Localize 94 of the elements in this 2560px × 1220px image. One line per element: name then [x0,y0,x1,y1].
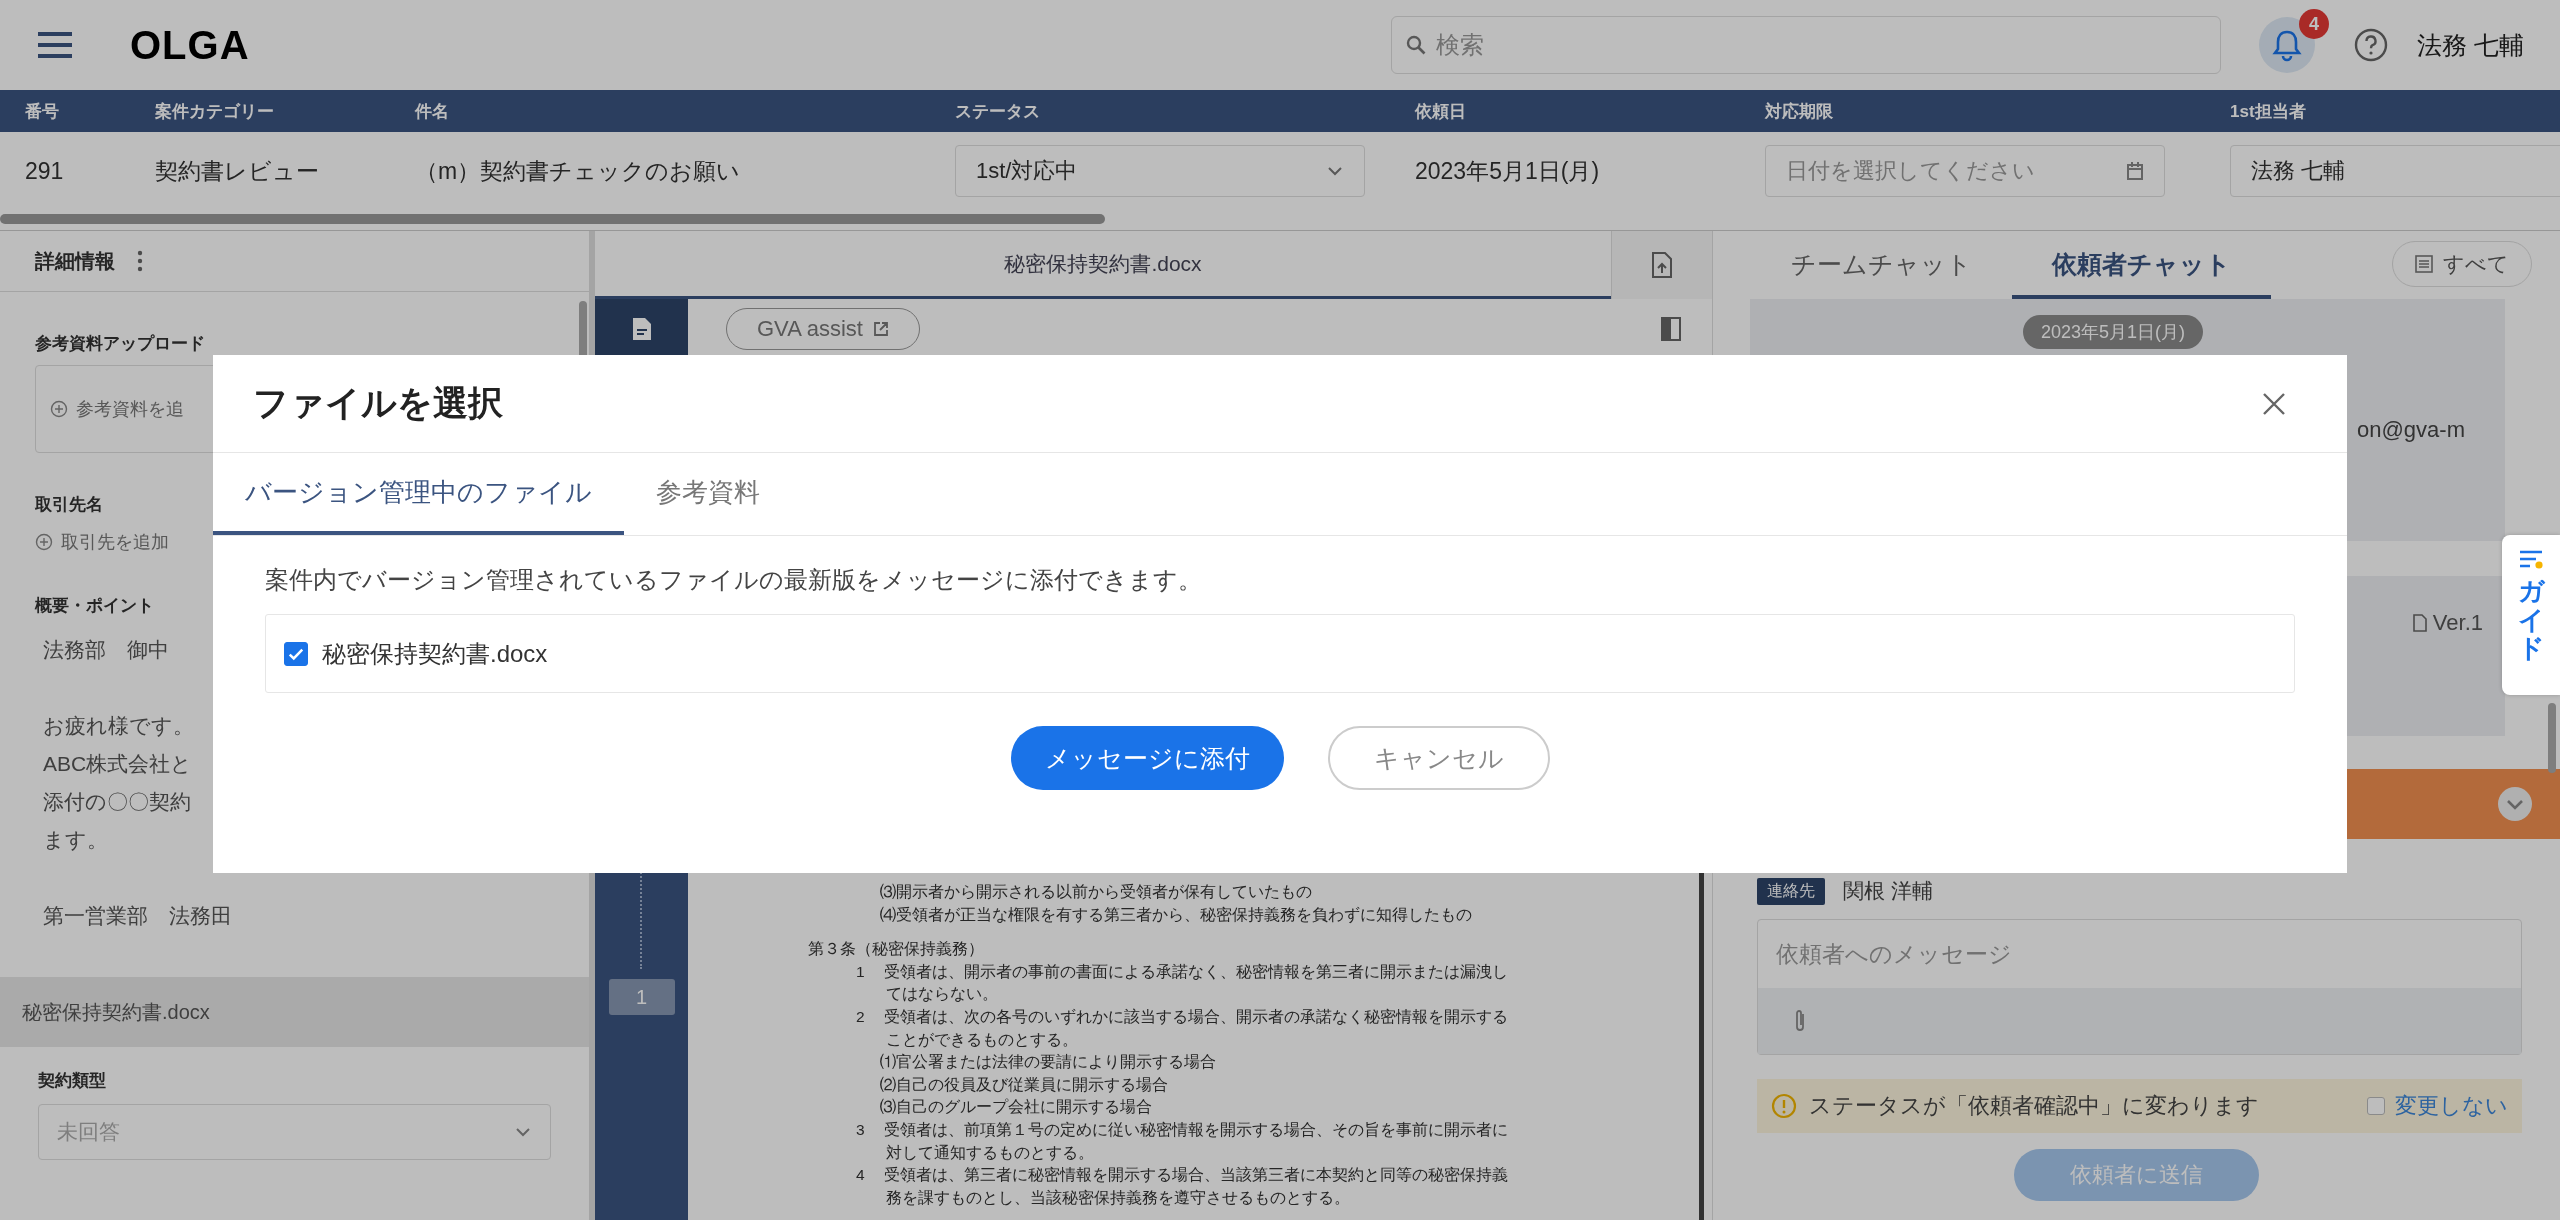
column-header: 依頼日 [1415,100,1467,123]
email-text: on@gva-m [2357,417,2465,443]
dialog-title: ファイルを選択 [253,382,503,424]
document-text: 対して通知するものとする。 [886,1142,1094,1163]
file-upload-icon [1651,251,1673,279]
add-icon [35,533,53,551]
summary-text: ます。 [43,827,108,853]
document-text: ことができるものとする。 [886,1029,1078,1050]
document-text: 受領者は、前項第１号の定めに従い秘密情報を開示する場合、その旨を事前に開示者に [884,1119,1508,1140]
assignee-field[interactable]: 法務 七輔 [2230,145,2560,197]
message-composer[interactable]: 依頼者へのメッセージ [1757,919,2522,1055]
column-header: ステータス [955,100,1041,123]
column-header: 案件カテゴリー [155,100,275,123]
file-icon [2412,614,2427,632]
column-header: 1st担当者 [2230,100,2307,123]
add-client-link[interactable]: 取引先を追加 [61,530,169,554]
clause-number: 1 [856,961,866,982]
summary-text: 第一営業部 法務田 [43,903,232,929]
checkbox[interactable] [284,641,308,666]
notice-text: ステータスが「依頼者確認中」に変わります [1809,1092,2259,1120]
add-icon [50,400,68,418]
dialog-tab[interactable]: バージョン管理中のファイル [213,453,624,535]
table-cell-text: 2023年5月1日(月) [1415,156,1601,186]
column-header: 件名 [415,100,450,123]
guide-tab[interactable]: ガイド [2502,535,2560,695]
list-icon [2415,255,2433,273]
table-cell-text: （m）契約書チェックのお願い [415,156,742,186]
cancel-button[interactable]: キャンセル [1327,726,1550,790]
table-cell-text: 契約書レビュー [155,156,320,186]
notification-badge: 4 [2299,9,2330,39]
file-row[interactable]: 秘密保持契約書.docx [265,614,2295,693]
page-thumbnail[interactable]: 1 [608,979,675,1015]
summary-text: ABC株式会社と [43,751,193,777]
chevron-down-icon [514,1126,532,1138]
logo: OLGA [130,22,250,68]
summary-text: 添付の〇〇契約 [43,789,191,815]
dialog-tab[interactable]: 参考資料 [624,453,792,535]
calendar-icon [2126,161,2144,181]
chevron-down-icon [2496,785,2534,823]
column-header: 対応期限 [1765,100,1834,123]
assist-button[interactable]: GVA assist [726,308,920,350]
document-text: ⑴官公署または法律の要請により開示する場合 [880,1052,1216,1073]
clause-number: 4 [856,1165,866,1186]
split-view-icon[interactable] [1660,316,1682,342]
summary-text: お疲れ様です。 [43,713,194,739]
document-text: 受領者は、第三者に秘密情報を開示する場合、当該第三者に本契約と同等の秘密保持義 [884,1165,1508,1186]
document-text: ⑶自己のグループ会社に開示する場合 [880,1097,1152,1118]
file-version[interactable]: Ver.1 [2432,610,2483,636]
summary-text: 法務部 御中 [43,637,169,663]
field-label: 概要・ポイント [35,595,154,617]
field-label: 取引先名 [35,494,103,516]
close-icon[interactable] [2261,390,2287,417]
list-icon [2518,549,2544,571]
document-text: てはならない。 [886,984,998,1005]
table-cell-text: 291 [25,157,65,185]
clause-number: 2 [856,1006,866,1027]
upload-label: 参考資料を追 [76,398,184,421]
attach-button[interactable]: メッセージに添付 [1010,726,1284,790]
chevron-down-icon [1326,165,1344,177]
document-text: 務を課すものとし、当該秘密保持義務を遵守させるものとする。 [886,1187,1350,1208]
document-text: 受領者は、次の各号のいずれかに該当する場合、開示者の承諾なく秘密情報を開示する [884,1006,1508,1027]
message-field[interactable]: 依頼者へのメッセージ [1758,920,2521,988]
document-text: ⑶開示者から開示される以前から受領者が保有していたもの [880,882,1312,902]
document-text: 第３条（秘密保持義務） [808,939,984,960]
document-icon [630,316,653,342]
document-text: 受領者は、開示者の事前の書面による承諾なく、秘密情報を第三者に開示または漏洩し [884,961,1508,982]
user-name[interactable]: 法務 七輔 [2417,28,2524,62]
field-label: 契約類型 [38,1070,106,1092]
panel-title: 詳細情報 [35,248,115,274]
file-name: 秘密保持契約書.docx [322,638,548,669]
scrollbar[interactable] [0,214,1105,224]
recipient-tag: 連絡先 [1757,877,1825,905]
warning-icon [1771,1093,1797,1119]
filter-button[interactable]: すべて [2392,241,2532,287]
date-field[interactable]: 日付を選択してください [1765,145,2165,197]
recipient-name: 関根 洋輔 [1843,878,1933,904]
scrollbar[interactable] [2548,703,2556,773]
column-header: 番号 [25,100,60,123]
chat-tab[interactable]: チームチャット [1751,248,2012,299]
help-icon[interactable] [2353,27,2390,63]
external-link-icon [872,321,889,337]
more-icon[interactable] [137,250,143,272]
clause-number: 3 [856,1119,866,1140]
search-icon [1406,35,1427,55]
field-label: 参考資料アップロード [35,333,205,355]
upload-button[interactable] [1611,231,1712,299]
status-select[interactable]: 1st/対応中 [955,145,1365,197]
document-text: ⑵自己の役員及び従業員に開示する場合 [880,1074,1168,1095]
menu-icon[interactable] [36,31,74,59]
date-label: 2023年5月1日(月) [2023,315,2204,349]
keep-status-checkbox[interactable]: 変更しない [2367,1091,2508,1121]
document-text: ⑷受領者が正当な権限を有する第三者から、秘密保持義務を負わずに知得したもの [880,904,1472,925]
dialog-description: 案件内でバージョン管理されているファイルの最新版をメッセージに添付できます。 [265,565,1203,595]
file-header[interactable]: 秘密保持契約書.docx [0,977,589,1047]
